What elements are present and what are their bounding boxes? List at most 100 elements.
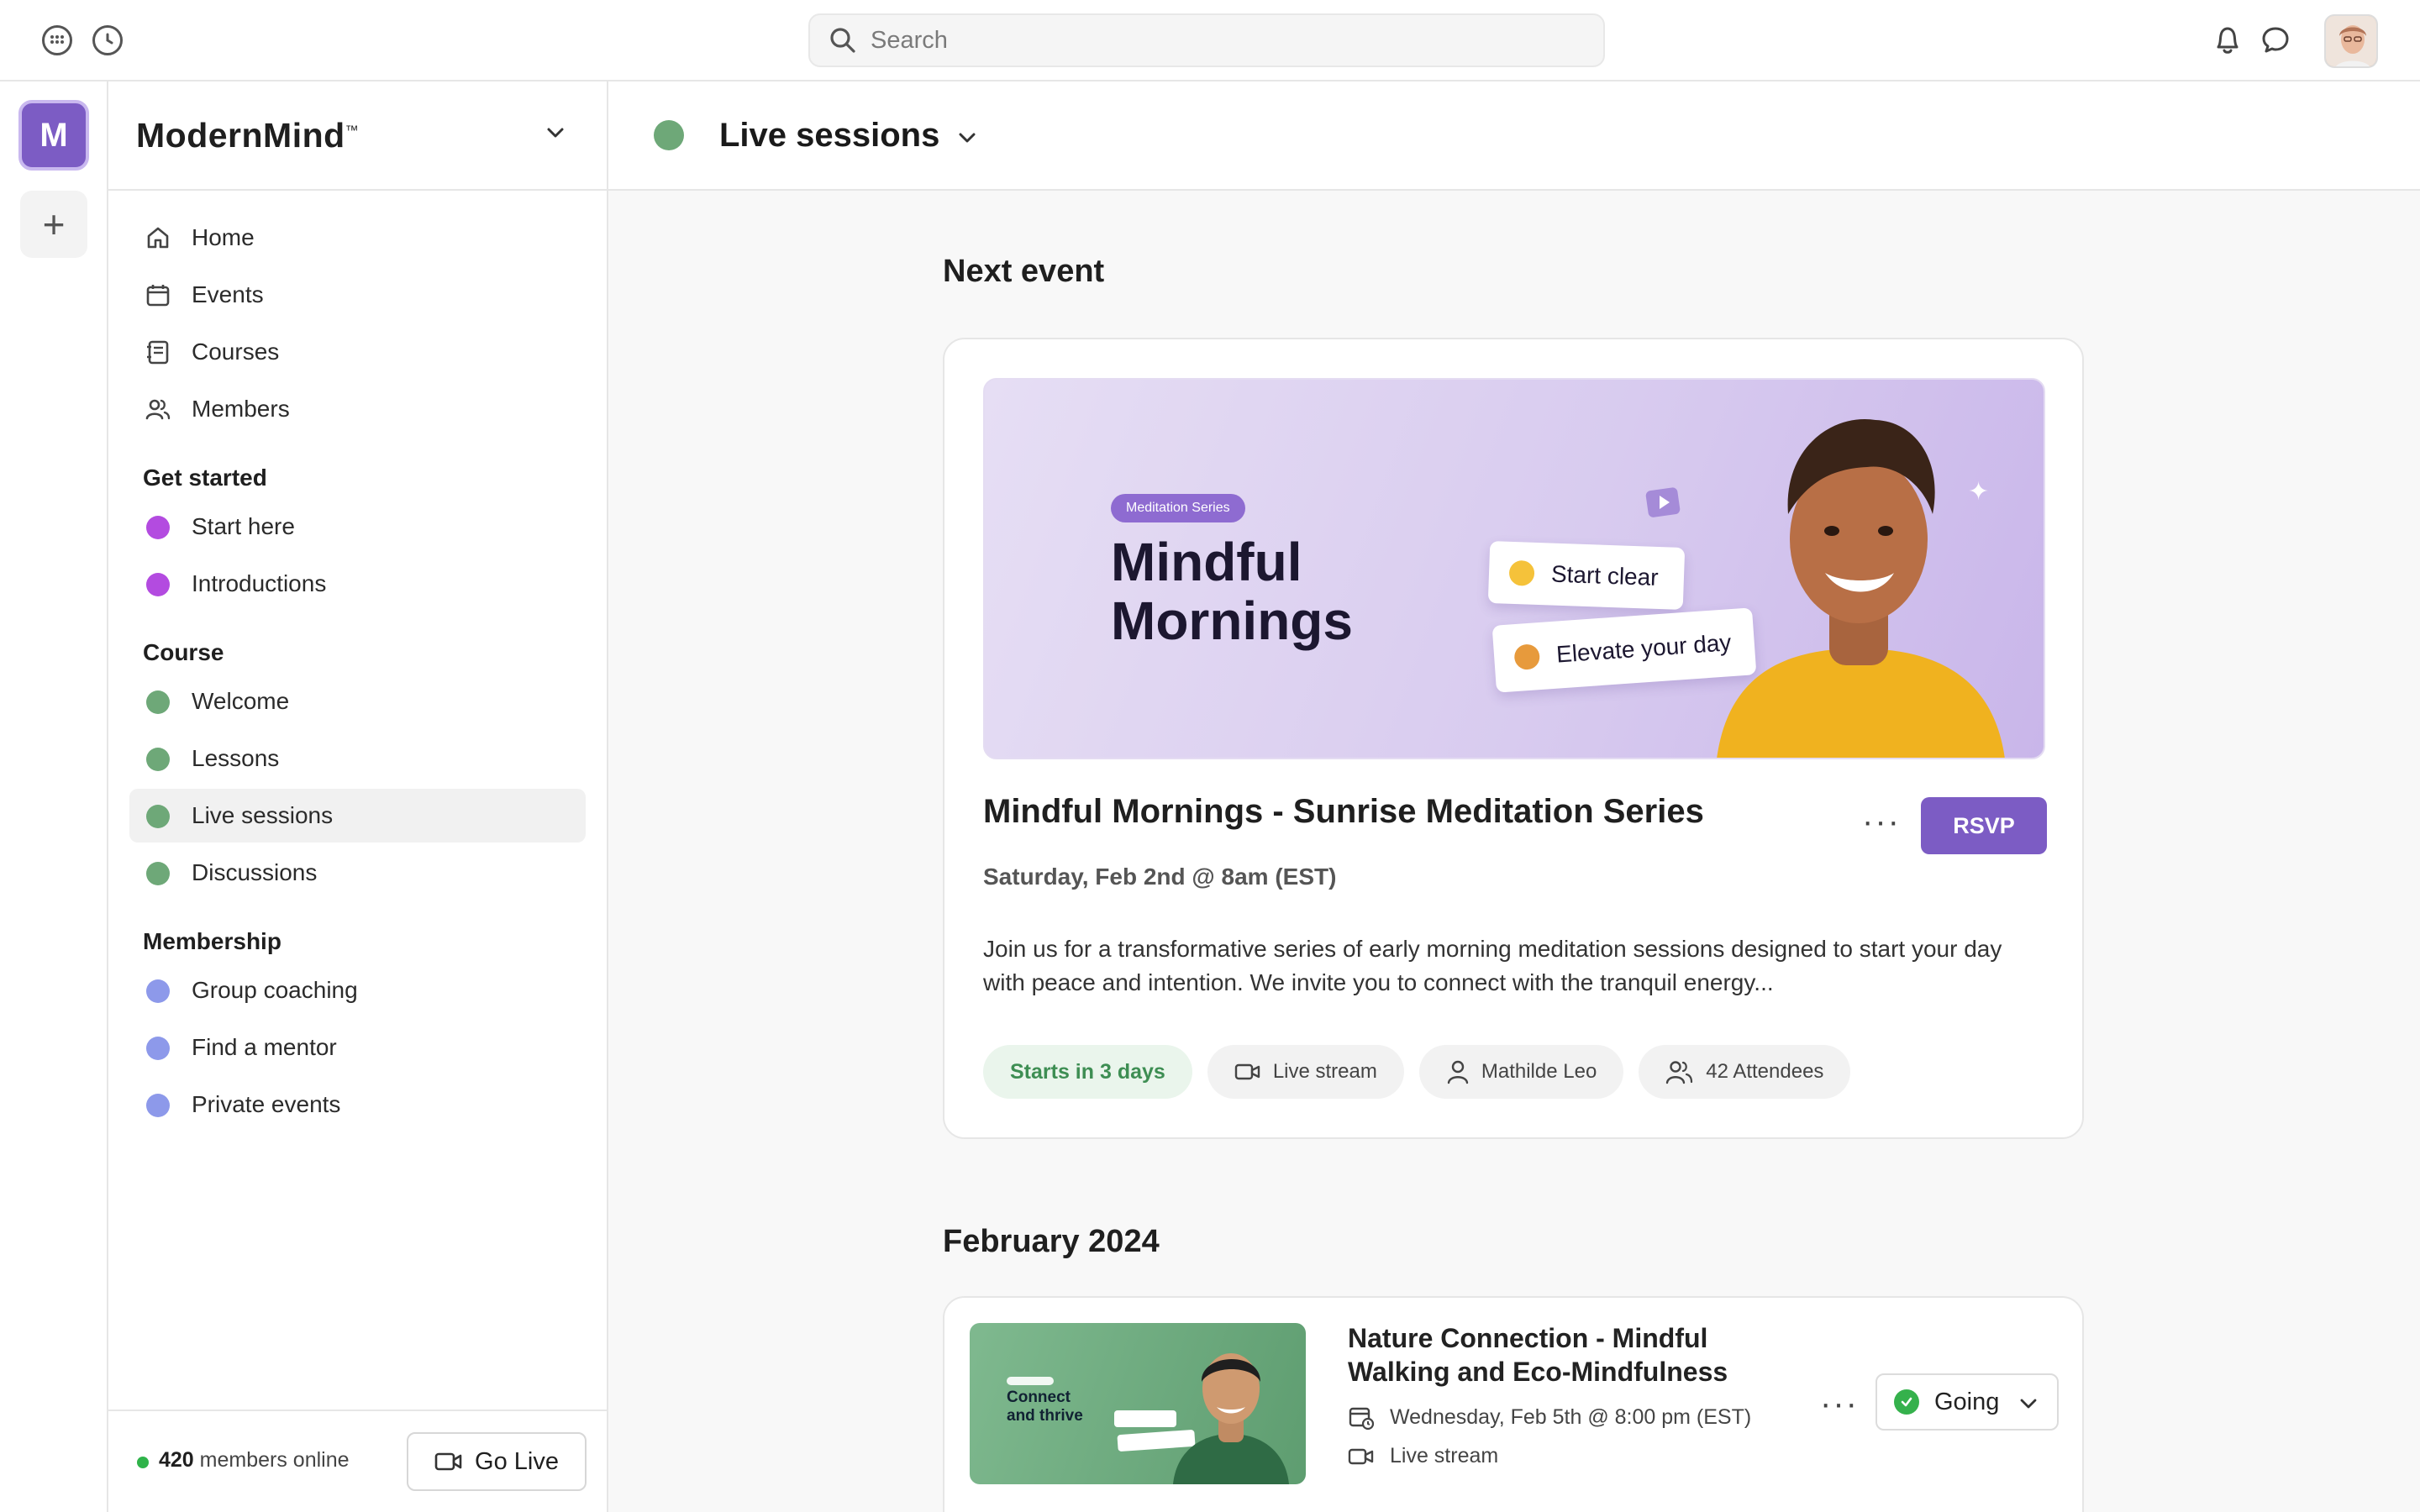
sidebar-item-label: Courses [192,339,280,365]
sidebar-item-courses[interactable]: Courses [129,325,586,379]
sidebar-item-find-a-mentor[interactable]: Find a mentor [129,1021,586,1074]
home-icon [147,227,169,249]
event-date-row: Wednesday, Feb 5th @ 8:00 pm (EST) [1348,1404,1751,1431]
thumb-pill [1114,1410,1176,1427]
video-camera-icon [434,1452,462,1471]
sidebar-item-live-sessions[interactable]: Live sessions [129,789,586,843]
sidebar-item-group-coaching[interactable]: Group coaching [129,963,586,1017]
event-banner-image[interactable]: Meditation Series Mindful Mornings Start… [983,378,2045,759]
members-online: 420 members online [159,1448,350,1472]
next-event-card[interactable]: Meditation Series Mindful Mornings Start… [943,338,2084,1139]
sidebar-item-label: Home [192,224,255,250]
banner-chip: Meditation Series [1111,494,1245,522]
thumb-chip [1007,1377,1054,1385]
user-avatar[interactable] [2324,14,2378,68]
search-bar[interactable]: Search [808,13,1605,67]
chevron-down-icon[interactable] [956,130,978,145]
next-event-heading: Next event [943,254,1105,289]
sidebar-item-label: Live sessions [192,802,334,828]
brand-name: ModernMind™ [136,115,360,155]
event-list-item[interactable]: Connect and thrive Nature Connection - M… [943,1296,2084,1512]
courses-icon [147,340,169,365]
sidebar: ModernMind™ Home Events Courses Members … [108,81,608,1512]
event-title[interactable]: Mindful Mornings - Sunrise Meditation Se… [983,793,1704,831]
sidebar-item-label: Introductions [192,570,327,596]
sidebar-item-label: Discussions [192,859,318,885]
space-dot-icon [146,979,170,1003]
sidebar-item-welcome[interactable]: Welcome [129,675,586,728]
sidebar-item-events[interactable]: Events [129,268,586,322]
event-meta-chips: Starts in 3 days Live stream Mathilde Le… [983,1045,1865,1099]
host-chip[interactable]: Mathilde Leo [1418,1045,1624,1099]
user-icon [1447,1060,1469,1084]
space-dot-icon [146,1037,170,1060]
page-title[interactable]: Live sessions [719,117,939,155]
search-input[interactable]: Search [871,27,948,55]
sidebar-item-private-events[interactable]: Private events [129,1078,586,1131]
event-date: Saturday, Feb 2nd @ 8am (EST) [983,864,1337,890]
banner-pill-start-clear: Start clear [1487,540,1686,611]
check-circle-icon [1894,1389,1919,1415]
sidebar-item-label: Members [192,396,290,422]
sidebar-item-label: Find a mentor [192,1034,337,1060]
community-rail: M + [0,81,108,1512]
sidebar-header[interactable]: ModernMind™ [108,81,607,191]
section-title-course: Course [143,639,224,665]
apps-icon[interactable] [42,25,72,55]
more-options-icon[interactable]: ··· [1862,803,1901,841]
attendees-chip[interactable]: 42 Attendees [1639,1045,1851,1099]
space-dot-icon [146,1094,170,1117]
sidebar-item-lessons[interactable]: Lessons [129,732,586,785]
starts-in-badge: Starts in 3 days [983,1045,1192,1099]
space-dot-icon [146,805,170,828]
space-dot-icon [654,120,684,150]
rsvp-button[interactable]: RSVP [1921,797,2047,854]
rsvp-status-dropdown[interactable]: Going [1876,1373,2059,1431]
sidebar-item-members[interactable]: Members [129,382,586,436]
thumb-title: Connect and thrive [1007,1389,1083,1425]
sidebar-item-label: Start here [192,513,295,539]
space-dot-icon [146,573,170,596]
history-icon[interactable] [92,25,123,55]
space-dot-icon [146,748,170,771]
host-portrait [1717,418,2005,758]
month-heading: February 2024 [943,1224,1160,1259]
add-community-button[interactable]: + [20,191,87,258]
event-format-row: Live stream [1348,1444,1498,1468]
chevron-down-icon [2020,1399,2037,1409]
event-title[interactable]: Nature Connection - Mindful Walking and … [1348,1321,1785,1389]
go-live-button[interactable]: Go Live [407,1432,587,1491]
chevron-down-icon[interactable] [544,125,566,140]
event-thumbnail[interactable]: Connect and thrive [970,1323,1306,1484]
play-icon [1645,487,1681,517]
video-camera-icon [1348,1448,1374,1464]
space-dot-icon [146,516,170,539]
space-dot-icon [146,690,170,714]
more-options-icon[interactable]: ··· [1820,1385,1859,1423]
sidebar-item-label: Group coaching [192,977,358,1003]
community-switcher[interactable]: M [18,100,89,171]
banner-title: Mindful Mornings [1111,532,1353,651]
space-dot-icon [146,862,170,885]
calendar-icon [146,285,170,307]
video-camera-icon [1234,1063,1260,1080]
search-icon [830,28,855,53]
sidebar-item-introductions[interactable]: Introductions [129,557,586,611]
sun-icon [1508,559,1535,586]
plus-icon: + [42,202,66,246]
sidebar-item-label: Private events [192,1091,341,1117]
chat-icon[interactable] [2260,24,2291,61]
sidebar-item-start-here[interactable]: Start here [129,500,586,554]
calendar-clock-icon [1349,1407,1375,1431]
sidebar-item-discussions[interactable]: Discussions [129,846,586,900]
members-icon [145,399,171,420]
thumb-portrait [1173,1353,1289,1484]
format-chip: Live stream [1207,1045,1404,1099]
meditation-icon [1513,643,1541,671]
sidebar-item-home[interactable]: Home [129,211,586,265]
bell-icon[interactable] [2213,24,2242,61]
top-bar: Search [0,0,2420,81]
space-header: Live sessions [608,81,2420,191]
event-description: Join us for a transformative series of e… [983,936,2002,995]
sidebar-item-label: Lessons [192,745,280,771]
